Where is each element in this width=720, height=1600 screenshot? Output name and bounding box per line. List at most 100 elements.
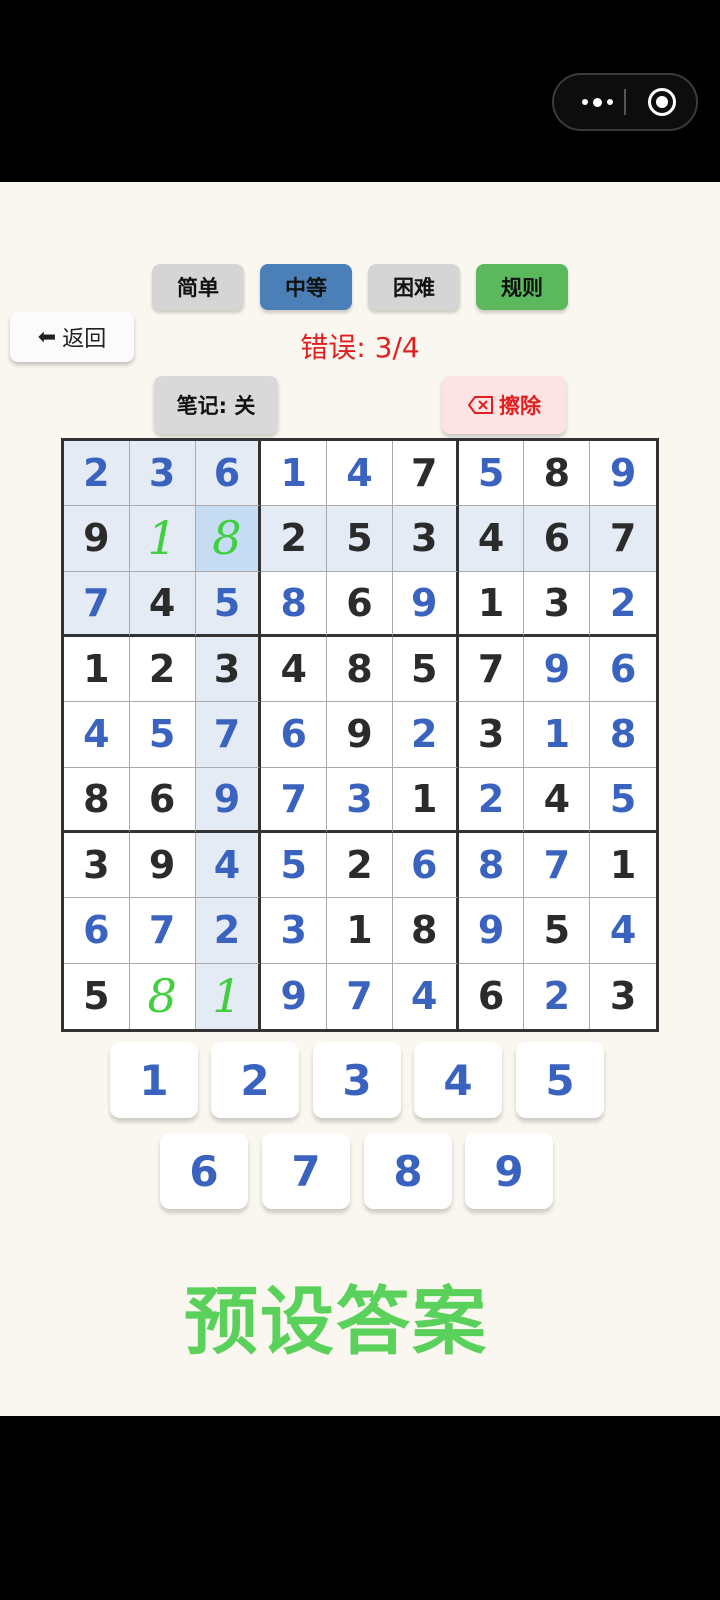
board-cell-r8-c3[interactable]: 2: [195, 898, 262, 964]
board-cell-r8-c1[interactable]: 6: [64, 898, 130, 964]
board-cell-r8-c4[interactable]: 3: [261, 898, 328, 964]
difficulty-medium-button[interactable]: 中等: [260, 264, 352, 310]
board-cell-r1-c3[interactable]: 6: [195, 441, 262, 507]
board-cell-r1-c2[interactable]: 3: [129, 441, 196, 507]
board-cell-r1-c9[interactable]: 9: [590, 441, 656, 507]
error-counter: 错误: 3/4: [300, 331, 420, 364]
board-cell-r4-c6[interactable]: 5: [392, 637, 459, 703]
board-cell-r4-c7[interactable]: 7: [458, 637, 525, 703]
numpad-key-9[interactable]: 9: [465, 1133, 553, 1209]
rules-button[interactable]: 规则: [476, 264, 568, 310]
board-cell-r9-c3[interactable]: 1: [195, 963, 262, 1029]
board-cell-r9-c4[interactable]: 9: [261, 963, 328, 1029]
board-cell-r2-c5[interactable]: 5: [327, 506, 393, 572]
board-cell-r9-c1[interactable]: 5: [64, 963, 130, 1029]
board-cell-r3-c6[interactable]: 9: [392, 571, 459, 637]
board-cell-r1-c5[interactable]: 4: [327, 441, 393, 507]
board-cell-r2-c8[interactable]: 6: [524, 506, 591, 572]
board-cell-r3-c4[interactable]: 8: [261, 571, 328, 637]
board-cell-r7-c2[interactable]: 9: [129, 833, 196, 899]
board-cell-r5-c5[interactable]: 9: [327, 702, 393, 768]
board-cell-r7-c5[interactable]: 2: [327, 833, 393, 899]
board-cell-r1-c6[interactable]: 7: [392, 441, 459, 507]
board-cell-r5-c3[interactable]: 7: [195, 702, 262, 768]
board-cell-r9-c5[interactable]: 7: [327, 963, 393, 1029]
board-cell-r4-c4[interactable]: 4: [261, 637, 328, 703]
board-cell-r4-c2[interactable]: 2: [129, 637, 196, 703]
board-cell-r3-c3[interactable]: 5: [195, 571, 262, 637]
board-cell-r5-c8[interactable]: 1: [524, 702, 591, 768]
board-cell-r2-c1[interactable]: 9: [64, 506, 130, 572]
board-cell-r5-c9[interactable]: 8: [590, 702, 656, 768]
difficulty-hard-button[interactable]: 困难: [368, 264, 460, 310]
erase-button[interactable]: 擦除: [442, 376, 566, 434]
close-miniprogram-icon[interactable]: [648, 88, 676, 116]
board-cell-r2-c9[interactable]: 7: [590, 506, 656, 572]
numpad-key-5[interactable]: 5: [516, 1042, 604, 1118]
board-cell-r1-c8[interactable]: 8: [524, 441, 591, 507]
notes-toggle-button[interactable]: 笔记: 关: [154, 376, 278, 434]
board-cell-r6-c5[interactable]: 3: [327, 767, 393, 833]
numpad-key-1[interactable]: 1: [110, 1042, 198, 1118]
board-cell-r2-c3[interactable]: 8: [195, 506, 262, 572]
board-cell-r6-c1[interactable]: 8: [64, 767, 130, 833]
board-cell-r6-c7[interactable]: 2: [458, 767, 525, 833]
board-cell-r3-c1[interactable]: 7: [64, 571, 130, 637]
board-cell-r6-c2[interactable]: 6: [129, 767, 196, 833]
board-cell-r2-c7[interactable]: 4: [458, 506, 525, 572]
board-cell-r1-c1[interactable]: 2: [64, 441, 130, 507]
numpad-key-7[interactable]: 7: [262, 1133, 350, 1209]
board-cell-r8-c8[interactable]: 5: [524, 898, 591, 964]
board-cell-r5-c4[interactable]: 6: [261, 702, 328, 768]
board-cell-r7-c4[interactable]: 5: [261, 833, 328, 899]
numpad-key-3[interactable]: 3: [313, 1042, 401, 1118]
board-cell-r8-c2[interactable]: 7: [129, 898, 196, 964]
numpad-key-2[interactable]: 2: [211, 1042, 299, 1118]
board-cell-r3-c9[interactable]: 2: [590, 572, 656, 637]
board-cell-r2-c2[interactable]: 1: [129, 506, 196, 572]
more-options-icon[interactable]: [572, 75, 622, 129]
board-cell-r7-c3[interactable]: 4: [195, 833, 262, 899]
numpad-key-6[interactable]: 6: [160, 1133, 248, 1209]
board-cell-r4-c3[interactable]: 3: [195, 637, 262, 703]
board-cell-r5-c2[interactable]: 5: [129, 702, 196, 768]
numpad-key-4[interactable]: 4: [414, 1042, 502, 1118]
board-cell-r6-c3[interactable]: 9: [195, 767, 262, 833]
game-screen: 简单 中等 困难 规则 ⬅ 返回 错误: 3/4 笔记: 关 擦除 236147…: [0, 182, 720, 1416]
board-cell-r3-c5[interactable]: 6: [327, 571, 393, 637]
board-cell-r1-c7[interactable]: 5: [458, 441, 525, 507]
board-cell-r7-c6[interactable]: 6: [392, 833, 459, 899]
board-cell-r3-c8[interactable]: 3: [524, 571, 591, 637]
board-cell-r5-c6[interactable]: 2: [392, 702, 459, 768]
board-cell-r6-c8[interactable]: 4: [524, 767, 591, 833]
board-cell-r3-c7[interactable]: 1: [458, 571, 525, 637]
board-cell-r7-c9[interactable]: 1: [590, 833, 656, 899]
board-cell-r8-c7[interactable]: 9: [458, 898, 525, 964]
board-cell-r2-c6[interactable]: 3: [392, 506, 459, 572]
difficulty-easy-button[interactable]: 简单: [152, 264, 244, 310]
board-cell-r5-c1[interactable]: 4: [64, 702, 130, 768]
board-cell-r7-c7[interactable]: 8: [458, 833, 525, 899]
board-cell-r6-c4[interactable]: 7: [261, 767, 328, 833]
numpad-key-8[interactable]: 8: [364, 1133, 452, 1209]
board-cell-r4-c9[interactable]: 6: [590, 637, 656, 703]
board-cell-r7-c1[interactable]: 3: [64, 833, 130, 899]
board-cell-r3-c2[interactable]: 4: [129, 571, 196, 637]
board-cell-r9-c8[interactable]: 2: [524, 963, 591, 1029]
board-cell-r1-c4[interactable]: 1: [261, 441, 328, 507]
board-cell-r6-c6[interactable]: 1: [392, 767, 459, 833]
board-cell-r8-c5[interactable]: 1: [327, 898, 393, 964]
board-cell-r4-c8[interactable]: 9: [524, 637, 591, 703]
board-cell-r8-c9[interactable]: 4: [590, 898, 656, 964]
board-cell-r5-c7[interactable]: 3: [458, 702, 525, 768]
board-cell-r8-c6[interactable]: 8: [392, 898, 459, 964]
board-cell-r2-c4[interactable]: 2: [261, 506, 328, 572]
board-cell-r4-c1[interactable]: 1: [64, 637, 130, 703]
board-cell-r9-c2[interactable]: 8: [130, 963, 196, 1029]
board-cell-r7-c8[interactable]: 7: [524, 833, 591, 899]
board-cell-r4-c5[interactable]: 8: [327, 637, 393, 703]
board-cell-r6-c9[interactable]: 5: [590, 768, 656, 833]
board-cell-r9-c9[interactable]: 3: [590, 964, 656, 1029]
board-cell-r9-c6[interactable]: 4: [393, 963, 459, 1029]
board-cell-r9-c7[interactable]: 6: [459, 963, 525, 1029]
